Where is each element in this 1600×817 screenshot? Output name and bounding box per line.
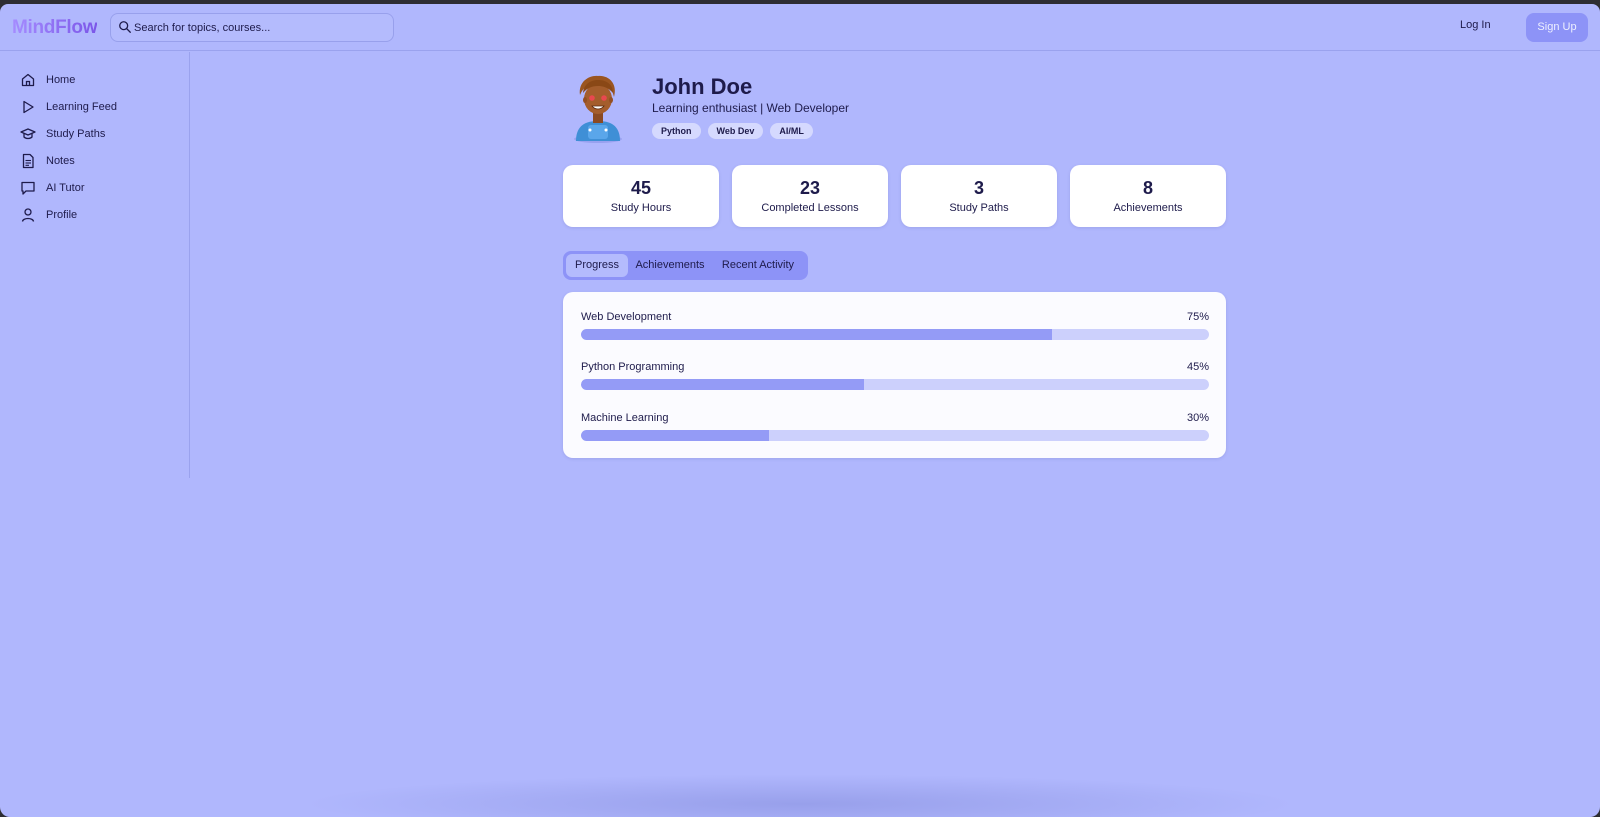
- sidebar-item-learning-feed[interactable]: Learning Feed: [20, 97, 180, 117]
- sidebar-item-notes[interactable]: Notes: [20, 151, 180, 171]
- progress-track: [581, 430, 1209, 441]
- stat-value: 3: [973, 178, 984, 198]
- sidebar: Home Learning Feed Study Paths Notes AI …: [0, 52, 190, 478]
- play-icon: [23, 100, 34, 114]
- progress-fill: [581, 379, 864, 390]
- progress-percent: 30%: [1186, 412, 1209, 424]
- sidebar-item-label: Study Paths: [46, 128, 106, 140]
- document-icon: [22, 153, 34, 169]
- tab-progress[interactable]: Progress: [566, 254, 628, 277]
- sidebar-item-label: Learning Feed: [46, 101, 117, 113]
- stat-label: Completed Lessons: [761, 202, 859, 214]
- stat-value: 8: [1142, 178, 1153, 198]
- sidebar-item-ai-tutor[interactable]: AI Tutor: [20, 178, 180, 198]
- sidebar-item-label: Profile: [46, 209, 78, 221]
- stat-card-study-paths: 3 Study Paths: [901, 165, 1057, 227]
- user-icon: [21, 208, 35, 222]
- avatar: [574, 75, 622, 143]
- signup-button[interactable]: Sign Up: [1526, 13, 1588, 42]
- stat-card-achievements: 8 Achievements: [1070, 165, 1226, 227]
- profile-tags: Python Web Dev AI/ML: [652, 123, 813, 139]
- progress-row-web-development: Web Development 75%: [581, 311, 1209, 341]
- progress-fill: [581, 430, 770, 441]
- sidebar-item-study-paths[interactable]: Study Paths: [20, 124, 180, 144]
- sidebar-item-label: Home: [46, 74, 76, 86]
- stat-value: 23: [799, 178, 821, 198]
- progress-track: [581, 379, 1209, 390]
- progress-row-machine-learning: Machine Learning 30%: [581, 412, 1209, 442]
- stat-label: Study Paths: [949, 202, 1009, 214]
- progress-percent: 75%: [1186, 311, 1209, 323]
- chat-bubble-icon: [21, 181, 35, 195]
- search-input[interactable]: [134, 14, 389, 41]
- app-window: MindFlow Log In Sign Up Home Learning Fe…: [0, 4, 1600, 817]
- tab-achievements[interactable]: Achievements: [630, 254, 710, 277]
- stat-label: Study Hours: [610, 202, 672, 214]
- sidebar-item-label: Notes: [46, 155, 75, 167]
- tab-recent-activity[interactable]: Recent Activity: [712, 254, 804, 277]
- logo[interactable]: MindFlow: [12, 17, 97, 39]
- progress-label: Web Development: [581, 311, 672, 323]
- profile-name: John Doe: [652, 74, 753, 99]
- stat-value: 45: [630, 178, 652, 198]
- sidebar-item-profile[interactable]: Profile: [20, 205, 180, 225]
- bottom-shadow: [300, 774, 1300, 817]
- progress-row-python-programming: Python Programming 45%: [581, 361, 1209, 391]
- progress-percent: 45%: [1186, 361, 1209, 373]
- progress-track: [581, 329, 1209, 340]
- progress-card: Web Development 75% Python Programming 4…: [563, 292, 1226, 458]
- stat-card-study-hours: 45 Study Hours: [563, 165, 719, 227]
- profile-bio: Learning enthusiast | Web Developer: [652, 101, 850, 115]
- sidebar-item-home[interactable]: Home: [20, 70, 180, 90]
- search-icon: [119, 21, 131, 33]
- progress-label: Machine Learning: [581, 412, 669, 424]
- profile-tabs: Progress Achievements Recent Activity: [563, 251, 808, 280]
- login-button[interactable]: Log In: [1460, 19, 1491, 31]
- top-header: MindFlow Log In Sign Up: [0, 4, 1600, 51]
- progress-label: Python Programming: [581, 361, 685, 373]
- stat-label: Achievements: [1113, 202, 1183, 214]
- tag-python: Python: [652, 123, 701, 139]
- stat-card-completed-lessons: 23 Completed Lessons: [732, 165, 888, 227]
- graduation-cap-icon: [20, 128, 36, 140]
- tag-ai-ml: AI/ML: [770, 123, 813, 139]
- tag-web-dev: Web Dev: [707, 123, 764, 139]
- search-box[interactable]: [110, 13, 394, 42]
- sidebar-item-label: AI Tutor: [46, 182, 85, 194]
- home-icon: [21, 73, 35, 87]
- progress-fill: [581, 329, 1052, 340]
